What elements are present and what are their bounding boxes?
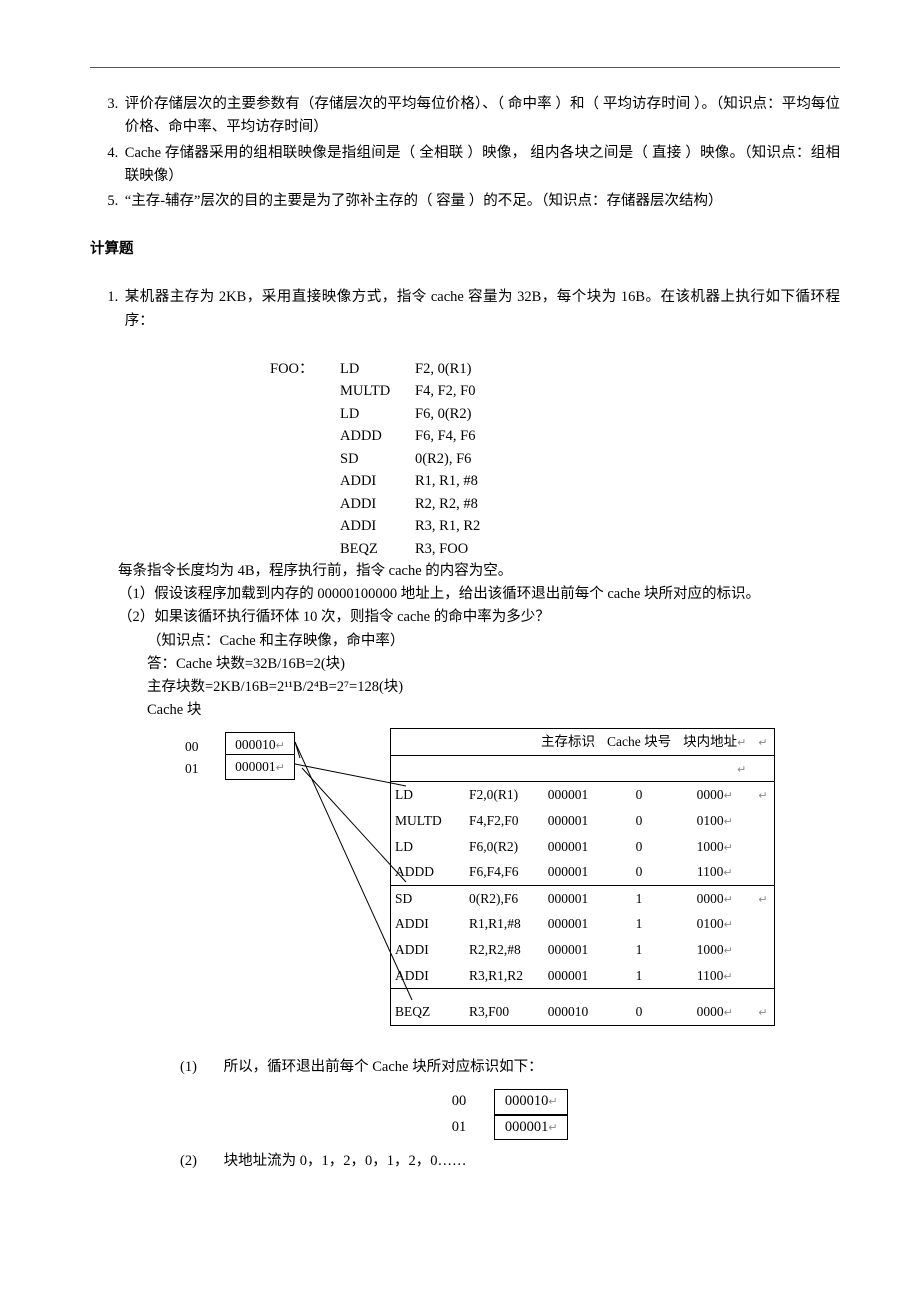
fill-q5: “主存-辅存”层次的目的主要是为了弥补主存的（ 容量 ）的不足。（知识点：存储器… [122,190,840,213]
answer1-lead: 所以，循环退出前每个 Cache 块所对应标识如下： [224,1059,543,1075]
answer2: (2) 块地址流为 0，1，2，0，1，2，0…… [180,1150,840,1173]
answer2-num: (2) [180,1150,220,1173]
cache-idx-1: 01 [185,758,199,780]
ans1-idx-1: 01 [452,1116,467,1139]
ans1-tag-0: 000010↵ [494,1089,568,1114]
answer1-num: (1) [180,1056,220,1079]
calc-hint: （知识点：Cache 和主存映像，命中率） [147,630,840,653]
cache-diagram: 00 000010↵ 01 000001↵ 主存标识Cache 块号块内地址↵↵… [90,728,840,1028]
cache-idx-0: 00 [185,736,199,758]
calc-sub2: （2）如果该循环执行循环体 10 次，则指令 cache 的命中率为多少？ [118,606,840,629]
ans1-tag-1: 000001↵ [494,1115,568,1140]
calc-q1: 某机器主存为 2KB，采用直接映像方式，指令 cache 容量为 32B，每个块… [122,286,840,332]
top-rule [90,67,840,68]
fill-q4: Cache 存储器采用的组相联映像是指组间是（ 全相联 ）映像， 组内各块之间是… [122,142,840,188]
calc-after-code: 每条指令长度均为 4B，程序执行前，指令 cache 的内容为空。 [118,560,840,583]
fill-q3: 评价存储层次的主要参数有（存储层次的平均每位价格）、（ 命中率 ）和（ 平均访存… [122,93,840,139]
calc-sub1: （1）假设该程序加载到内存的 00000100000 地址上，给出该循环退出前每… [118,583,840,606]
calc-q1-stem: 某机器主存为 2KB，采用直接映像方式，指令 cache 容量为 32B，每个块… [125,286,840,332]
assembly-code: FOO：LDF2, 0(R1)MULTDF4, F2, F0LDF6, 0(R2… [270,358,840,560]
section-title: 计算题 [90,238,840,261]
calc-a1: 答：Cache 块数=32B/16B=2(块) [147,653,840,676]
calc-a2: 主存块数=2KB/16B=2¹¹B/2⁴B=2⁷=128(块) [147,676,840,699]
cache-tag-1: 000001↵ [225,754,295,780]
answer2-text: 块地址流为 0，1，2，0，1，2，0…… [224,1153,467,1169]
calc-a3: Cache 块 [147,699,840,722]
fill-blank-list: 评价存储层次的主要参数有（存储层次的平均每位价格）、（ 命中率 ）和（ 平均访存… [90,93,840,213]
calc-list: 某机器主存为 2KB，采用直接映像方式，指令 cache 容量为 32B，每个块… [90,286,840,332]
ans1-idx-0: 00 [452,1090,467,1113]
instr-table: 主存标识Cache 块号块内地址↵↵↵LDF2,0(R1)00000100000… [390,728,775,1026]
answer1: (1) 所以，循环退出前每个 Cache 块所对应标识如下： 00 000010… [180,1056,840,1140]
